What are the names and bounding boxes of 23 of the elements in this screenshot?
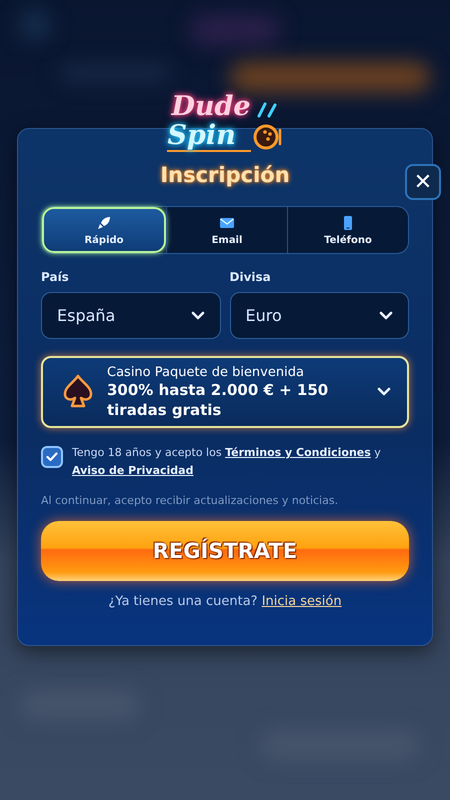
chevron-down-icon bbox=[190, 310, 204, 320]
checkbox[interactable] bbox=[41, 446, 63, 468]
logo-text: Dude bbox=[170, 92, 251, 121]
check-icon bbox=[46, 452, 58, 462]
login-link[interactable]: Inicia sesión bbox=[262, 594, 342, 609]
bowling-ball-icon bbox=[252, 102, 283, 152]
tab[interactable]: Teléfono bbox=[287, 207, 408, 253]
tab[interactable]: Email bbox=[166, 207, 287, 253]
privacy-link[interactable]: Aviso de Privacidad bbox=[72, 464, 194, 477]
login-prompt: ¿Ya tienes una cuenta? Inicia sesión bbox=[108, 594, 342, 609]
field-label: País bbox=[41, 270, 70, 284]
terms-link[interactable]: Términos y Condiciones bbox=[225, 446, 371, 459]
field-label: Divisa bbox=[230, 270, 272, 284]
close-button[interactable]: ✕ bbox=[405, 164, 441, 200]
note-text: Al continuar, acepto recibir actualizaciones y noticias. bbox=[41, 494, 340, 507]
bonus-dropdown[interactable]: Casino Paquete de bienvenida 300% hasta 2.000 € + 150 tiradas gratis bbox=[41, 356, 409, 428]
chevron-down-icon bbox=[379, 310, 393, 320]
chevron-down-icon bbox=[377, 387, 391, 397]
dialog-title: Inscripción bbox=[160, 163, 290, 187]
consent-text: Tengo 18 años y acepto los Términos y Condiciones y Aviso de Privacidad bbox=[72, 445, 382, 479]
tab[interactable]: Rápido bbox=[42, 207, 166, 253]
dropdown-field[interactable]: España bbox=[41, 292, 220, 339]
dropdown-field[interactable]: Euro bbox=[230, 292, 409, 339]
